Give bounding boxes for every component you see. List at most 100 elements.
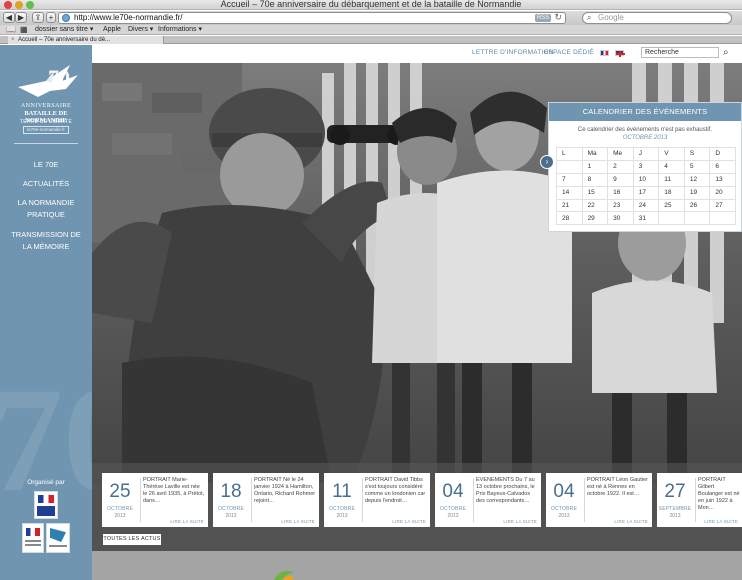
news-card[interactable]: 18 OCTOBRE 2013 PORTRAIT Né le 24 janvie… [213, 473, 319, 527]
browser-search-placeholder: Google [598, 13, 624, 22]
news-card[interactable]: 25 OCTOBRE 2013 PORTRAIT Marie-Thérèse L… [102, 473, 208, 527]
flag-uk-icon[interactable] [615, 50, 625, 57]
site-search-input[interactable]: Recherche [641, 47, 719, 58]
day-cell[interactable]: 29 [581, 211, 609, 226]
day-cell[interactable]: 18 [658, 185, 685, 200]
day-cell[interactable]: 13 [709, 172, 736, 187]
read-more-link[interactable]: LIRE LA SUITE [170, 519, 204, 524]
nav-item-normandie-pratique[interactable]: LA NORMANDIE PRATIQUE [0, 197, 92, 221]
leaf-logo-icon [274, 571, 294, 580]
news-card[interactable]: 04 OCTOBRE 2013 PORTRAIT Léon Gautier es… [546, 473, 652, 527]
forward-button[interactable]: ▶ [15, 12, 27, 23]
day-cell[interactable]: 30 [607, 211, 634, 226]
day-cell[interactable]: 6 [709, 159, 736, 174]
browser-titlebar: Accueil – 70e anniversaire du débarqueme… [0, 0, 742, 10]
news-day: 11 [332, 481, 352, 502]
add-bookmark-button[interactable]: + [46, 12, 56, 23]
address-url[interactable]: http://www.le70e-normandie.fr/ [74, 13, 183, 23]
day-cell[interactable]: 20 [709, 185, 736, 200]
news-month: OCTOBRE [328, 506, 356, 512]
ministry-logo[interactable] [34, 491, 58, 519]
day-cell[interactable]: 26 [683, 198, 711, 213]
back-button[interactable]: ◀ [3, 12, 15, 23]
calendar-subtitle: Ce calendrier des événements n'est pas e… [577, 127, 713, 133]
day-cell[interactable]: 1 [581, 159, 609, 174]
weekday-cell: Ma [581, 147, 609, 161]
news-excerpt: PORTRAIT Léon Gautier est né à Rennes en… [587, 477, 648, 497]
magnifier-icon: ⌕ [587, 13, 592, 22]
read-more-link[interactable]: LIRE LA SUITE [704, 519, 738, 524]
logo-url: le70e-normandie.fr [23, 126, 69, 134]
rss-badge[interactable]: RSS [535, 14, 551, 22]
dedicated-space-link[interactable]: ESPACE DÉDIÉ [544, 49, 594, 56]
day-cell[interactable]: 31 [632, 211, 660, 226]
reading-list-icon[interactable]: 📖 [6, 25, 16, 34]
news-day: 18 [220, 481, 242, 502]
day-cell[interactable]: 28 [556, 211, 583, 226]
region-normandie-logo[interactable] [46, 523, 70, 553]
day-cell[interactable]: 3 [632, 159, 660, 174]
bookmark-item[interactable]: Divers ▾ [128, 25, 153, 34]
nav-item-actualites[interactable]: ACTUALITÉS [0, 178, 92, 190]
day-cell[interactable]: 22 [581, 198, 609, 213]
day-cell[interactable]: 19 [683, 185, 711, 200]
calendar-toggle-arrow-icon[interactable]: › [540, 155, 554, 169]
site-topbar: LETTRE D'INFORMATION ESPACE DÉDIÉ Recher… [466, 45, 742, 63]
news-divider [473, 478, 474, 522]
read-more-link[interactable]: LIRE LA SUITE [392, 519, 426, 524]
news-day: 25 [109, 481, 131, 502]
weekday-cell: L [556, 147, 583, 161]
share-icon[interactable]: ⇪ [32, 12, 44, 23]
day-cell[interactable]: 2 [607, 159, 634, 174]
calendar-title: CALENDRIER DES ÉVÉNEMENTS [549, 103, 741, 121]
news-year: 2013 [558, 513, 570, 519]
day-cell [658, 211, 685, 226]
day-cell[interactable]: 7 [556, 172, 583, 187]
day-cell[interactable]: 23 [607, 198, 634, 213]
search-icon[interactable]: ⌕ [723, 47, 735, 59]
address-bar[interactable]: http://www.le70e-normandie.fr/ RSS ↻ [58, 12, 566, 24]
news-card[interactable]: 11 OCTOBRE 2013 PORTRAIT David Tibbs s'e… [324, 473, 430, 527]
close-tab-icon[interactable]: × [11, 36, 15, 44]
day-cell[interactable]: 25 [658, 198, 685, 213]
newsletter-link[interactable]: LETTRE D'INFORMATION [472, 49, 554, 56]
republique-logo[interactable] [22, 523, 44, 553]
nav-item-le70e[interactable]: LE 70E [0, 159, 92, 171]
sidebar: 70 70 ANNIVERSAIRE BATAILLE DE NORMANDIE… [0, 45, 92, 580]
news-card[interactable]: 04 OCTOBRE 2013 ÉVÉNEMENTS Du 7 au 13 oc… [435, 473, 541, 527]
events-calendar: CALENDRIER DES ÉVÉNEMENTS Ce calendrier … [548, 102, 742, 232]
day-cell [683, 211, 711, 226]
day-cell[interactable]: 21 [556, 198, 583, 213]
news-year: 2013 [447, 513, 459, 519]
browser-search-field[interactable]: ⌕ Google [582, 12, 732, 24]
day-cell[interactable]: 5 [683, 159, 711, 174]
day-cell[interactable]: 4 [658, 159, 685, 174]
day-cell[interactable]: 17 [632, 185, 660, 200]
day-cell[interactable]: 16 [607, 185, 634, 200]
site-logo[interactable]: 70 ANNIVERSAIRE BATAILLE DE NORMANDIE TE… [8, 61, 84, 145]
day-cell[interactable]: 12 [683, 172, 711, 187]
bookmark-item[interactable]: dossier sans titre ▾ [35, 25, 93, 34]
day-cell[interactable]: 9 [607, 172, 634, 187]
read-more-link[interactable]: LIRE LA SUITE [614, 519, 648, 524]
read-more-link[interactable]: LIRE LA SUITE [503, 519, 537, 524]
flag-fr-icon[interactable] [600, 50, 609, 56]
day-cell[interactable]: 27 [709, 198, 736, 213]
day-cell[interactable]: 10 [632, 172, 660, 187]
logo-anniversaire: ANNIVERSAIRE [20, 103, 72, 109]
nav-item-transmission-memoire[interactable]: TRANSMISSION DE LA MÉMOIRE [0, 229, 92, 253]
bookmark-item[interactable]: Informations ▾ [158, 25, 202, 34]
news-card[interactable]: 27 SEPTEMBRE 2013 PORTRAIT Gilbert Boula… [657, 473, 742, 527]
day-cell[interactable]: 14 [556, 185, 583, 200]
day-cell[interactable]: 24 [632, 198, 660, 213]
tab-accueil[interactable]: × Accueil – 70e anniversaire du dé... [8, 36, 164, 44]
bookmark-item[interactable]: Apple [103, 25, 121, 34]
read-more-link[interactable]: LIRE LA SUITE [281, 519, 315, 524]
all-news-button[interactable]: TOUTES LES ACTUS [103, 534, 161, 545]
day-cell[interactable]: 15 [581, 185, 609, 200]
day-cell[interactable]: 8 [581, 172, 609, 187]
reload-icon[interactable]: ↻ [554, 12, 562, 23]
day-cell[interactable]: 11 [658, 172, 685, 187]
top-sites-icon[interactable]: ▦ [20, 25, 28, 34]
weekday-cell: Me [607, 147, 634, 161]
